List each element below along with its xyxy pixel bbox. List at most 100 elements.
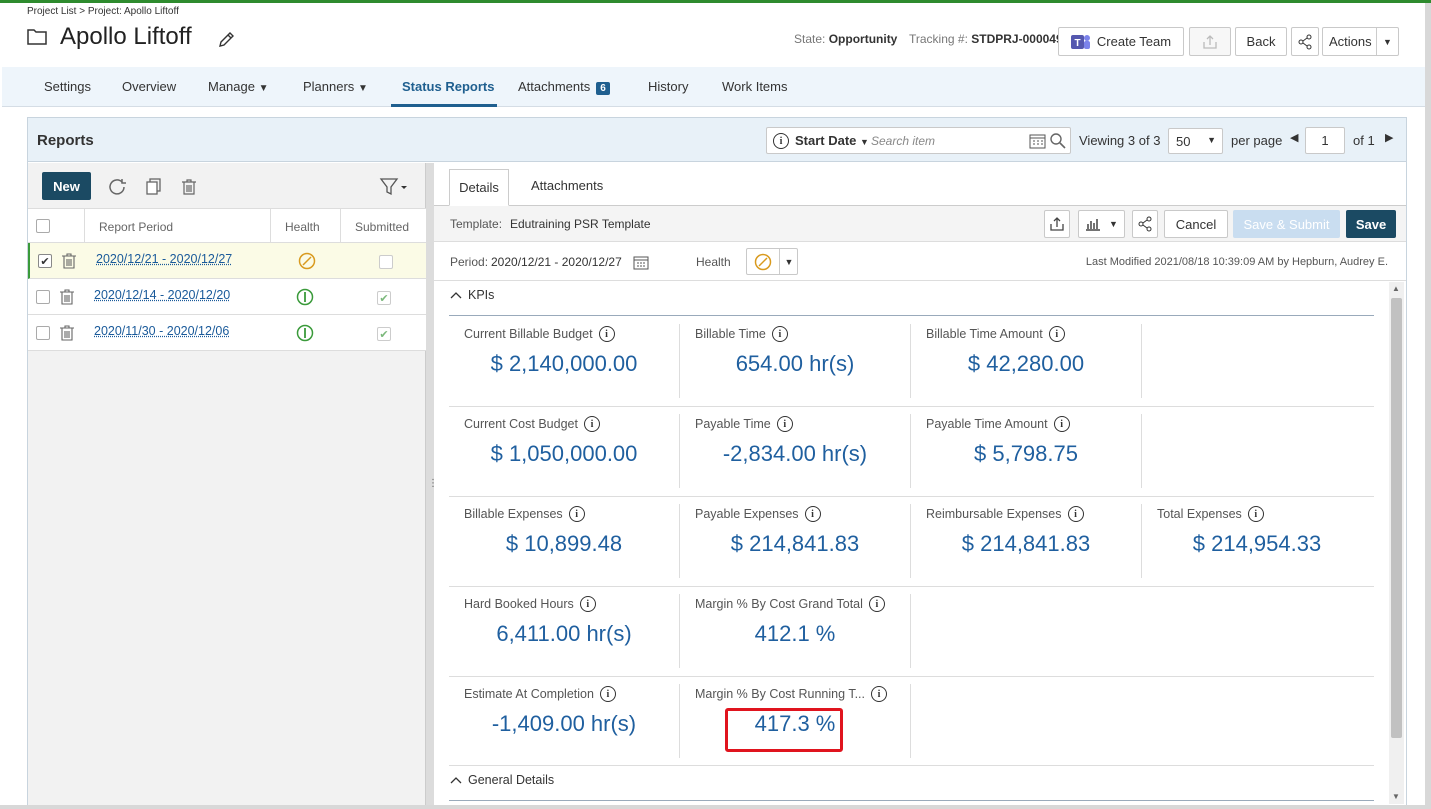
kpi-label: Reimbursable Expenses i <box>926 506 1084 522</box>
tab-work-items[interactable]: Work Items <box>722 79 788 94</box>
row-checkbox[interactable] <box>36 290 50 304</box>
kpi-value: 412.1 % <box>754 621 836 646</box>
tab-details[interactable]: Details <box>449 169 509 206</box>
kpi-label: Current Billable Budget i <box>464 326 615 342</box>
kpi-card: Billable Time i 654.00 hr(s) <box>680 316 910 406</box>
tab-status-reports[interactable]: Status Reports <box>402 79 494 94</box>
calendar-icon[interactable] <box>1029 133 1046 149</box>
per-page-select[interactable]: 50 ▼ <box>1168 128 1223 154</box>
trash-icon[interactable] <box>180 178 198 196</box>
search-box[interactable]: i Start Date ▼ Search item <box>766 127 1071 154</box>
info-icon[interactable]: i <box>776 416 793 432</box>
edit-icon[interactable] <box>217 31 235 49</box>
kpi-label: Margin % By Cost Grand Total i <box>695 596 885 612</box>
copy-icon[interactable] <box>145 178 163 196</box>
select-all-checkbox[interactable] <box>36 219 50 233</box>
breadcrumb[interactable]: Project List > Project: Apollo Liftoff <box>27 6 179 17</box>
info-icon[interactable]: i <box>579 596 596 612</box>
info-icon[interactable]: i <box>568 506 585 522</box>
general-details-toggle[interactable]: General Details <box>450 773 554 787</box>
save-button[interactable]: Save <box>1346 210 1396 238</box>
kpi-value: $ 214,841.83 <box>730 531 860 556</box>
tab-attachments[interactable]: Attachments 6 <box>518 79 610 95</box>
tab-detail-attachments[interactable]: Attachments <box>531 178 603 193</box>
chevron-down-icon: ▼ <box>779 249 798 274</box>
tab-planners[interactable]: Planners ▼ <box>303 79 368 94</box>
info-icon[interactable]: i <box>598 326 615 342</box>
info-icon[interactable]: i <box>1247 506 1264 522</box>
report-period-link[interactable]: 2020/12/14 - 2020/12/20 <box>94 288 230 302</box>
export-button[interactable] <box>1189 27 1231 56</box>
table-row[interactable]: 2020/12/14 - 2020/12/20 ✔ <box>28 279 426 315</box>
kpi-label: Billable Time Amount i <box>926 326 1065 342</box>
back-button[interactable]: Back <box>1235 27 1287 56</box>
create-team-button[interactable]: T Create Team <box>1058 27 1184 56</box>
chevron-up-icon <box>450 292 462 299</box>
next-page-icon[interactable]: ▶ <box>1385 131 1393 144</box>
info-icon[interactable]: i <box>804 506 821 522</box>
create-team-label: Create Team <box>1096 34 1172 49</box>
cancel-button[interactable]: Cancel <box>1164 210 1228 238</box>
col-report-period[interactable]: Report Period <box>99 220 173 234</box>
kpi-card: Payable Time Amount i $ 5,798.75 <box>911 406 1141 496</box>
refresh-icon[interactable] <box>108 178 128 196</box>
pane-splitter[interactable]: ⋮ <box>426 163 438 805</box>
health-warning-icon <box>298 252 316 270</box>
scroll-down-icon[interactable]: ▼ <box>1392 792 1400 801</box>
info-icon[interactable]: i <box>1053 416 1070 432</box>
period-bar: Period: 2020/12/21 - 2020/12/27 Health ▼… <box>434 243 1406 281</box>
info-icon[interactable]: i <box>870 686 887 702</box>
info-icon[interactable]: i <box>599 686 616 702</box>
kpis-section-toggle[interactable]: KPIs <box>450 288 494 302</box>
info-icon[interactable]: i <box>771 326 788 342</box>
report-period-link[interactable]: 2020/12/21 - 2020/12/27 <box>96 252 232 266</box>
page-number-input[interactable]: 1 <box>1305 127 1345 154</box>
calendar-icon[interactable] <box>633 255 649 270</box>
tab-manage[interactable]: Manage ▼ <box>208 79 269 94</box>
save-submit-button[interactable]: Save & Submit <box>1233 210 1340 238</box>
chevron-down-icon: ▼ <box>1109 219 1118 229</box>
kpi-card: Margin % By Cost Grand Total i 412.1 % <box>680 586 910 676</box>
tab-settings[interactable]: Settings <box>44 79 91 94</box>
filter-icon[interactable] <box>379 177 409 197</box>
tab-overview[interactable]: Overview <box>122 79 176 94</box>
col-health[interactable]: Health <box>285 220 320 234</box>
period-value: 2020/12/21 - 2020/12/27 <box>491 255 622 269</box>
info-icon[interactable]: i <box>1067 506 1084 522</box>
scroll-up-icon[interactable]: ▲ <box>1392 284 1400 293</box>
report-period-link[interactable]: 2020/11/30 - 2020/12/06 <box>94 324 229 338</box>
chart-dropdown[interactable]: ▼ <box>1078 210 1125 238</box>
caret-down-icon: ▼ <box>357 83 368 94</box>
info-icon[interactable]: i <box>1048 326 1065 342</box>
new-report-button[interactable]: New <box>42 172 91 200</box>
kpi-label: Total Expenses i <box>1157 506 1264 522</box>
scrollbar-thumb[interactable] <box>1391 298 1402 738</box>
attachments-count-badge: 6 <box>596 82 610 95</box>
tab-history[interactable]: History <box>648 79 688 94</box>
info-icon[interactable]: i <box>868 596 885 612</box>
share-button[interactable] <box>1291 27 1319 56</box>
kpi-label: Payable Expenses i <box>695 506 821 522</box>
kpi-label: Estimate At Completion i <box>464 686 616 702</box>
export-report-button[interactable] <box>1044 210 1070 238</box>
viewing-count: Viewing 3 of 3 <box>1079 133 1161 148</box>
table-row[interactable]: 2020/11/30 - 2020/12/06 ✔ <box>28 315 426 351</box>
col-submitted[interactable]: Submitted <box>355 220 409 234</box>
actions-dropdown[interactable]: Actions ▼ <box>1322 27 1399 56</box>
row-checkbox[interactable]: ✔ <box>38 254 52 268</box>
sort-field-dropdown[interactable]: Start Date ▼ <box>795 133 869 148</box>
detail-scrollbar[interactable]: ▲ ▼ <box>1389 282 1404 804</box>
search-input[interactable]: Search item <box>871 134 935 148</box>
trash-icon[interactable] <box>59 289 75 305</box>
info-icon[interactable]: i <box>583 416 600 432</box>
page-total: of 1 <box>1353 133 1375 148</box>
trash-icon[interactable] <box>59 325 75 341</box>
table-row[interactable]: ✔ 2020/12/21 - 2020/12/27 <box>28 243 426 279</box>
search-icon[interactable] <box>1049 132 1067 150</box>
health-dropdown[interactable]: ▼ <box>746 248 798 275</box>
share-report-button[interactable] <box>1132 210 1158 238</box>
prev-page-icon[interactable]: ◀ <box>1290 131 1298 144</box>
row-checkbox[interactable] <box>36 326 50 340</box>
last-modified: Last Modified 2021/08/18 10:39:09 AM by … <box>1085 256 1388 268</box>
trash-icon[interactable] <box>61 253 77 269</box>
